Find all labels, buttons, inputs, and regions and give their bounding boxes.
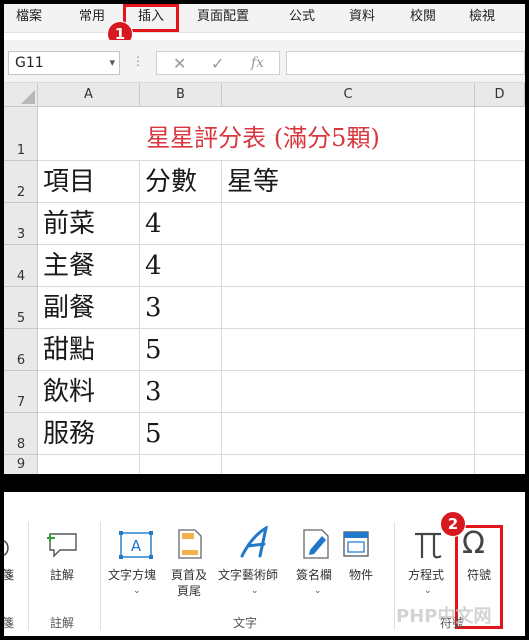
chevron-down-icon: ⌄: [251, 586, 259, 596]
score-cell[interactable]: 4: [145, 251, 162, 281]
gridline: [221, 161, 222, 474]
score-cell[interactable]: 3: [145, 293, 162, 323]
gridline: [38, 370, 525, 371]
formula-buttons: ✕ ✓ fx: [156, 51, 280, 75]
partial-icon: [4, 540, 9, 556]
header-cell-score[interactable]: 分數: [145, 167, 197, 197]
partial-left-label: 箋: [4, 568, 15, 582]
comment-label: 註解: [50, 568, 75, 582]
column-header-c[interactable]: C: [222, 83, 475, 107]
ribbon-separator: [394, 522, 395, 630]
tab-file[interactable]: 檔案: [16, 8, 42, 26]
row-header-8[interactable]: 8: [4, 413, 38, 455]
score-cell[interactable]: 5: [145, 335, 162, 365]
pi-icon: [415, 532, 442, 559]
ribbon-separator: [100, 522, 101, 630]
header-footer-icon: [178, 529, 202, 559]
comments-group-label: 註解: [50, 616, 75, 630]
item-cell[interactable]: 副餐: [43, 293, 95, 323]
watermark: PHP中文网: [396, 606, 492, 627]
gridline: [38, 202, 525, 203]
gridline: [139, 161, 140, 474]
gridline: [474, 107, 475, 474]
chevron-down-icon: ⌄: [424, 586, 432, 596]
object-label: 物件: [349, 568, 374, 582]
signature-line-label: 簽名欄: [296, 568, 333, 582]
item-cell[interactable]: 甜點: [43, 335, 95, 365]
item-cell[interactable]: 飲料: [43, 377, 95, 407]
cancel-x-icon[interactable]: ✕: [173, 54, 186, 73]
equation-label: 方程式: [408, 568, 445, 582]
gridline: [38, 160, 525, 161]
wordart-icon: [240, 526, 268, 558]
row-header-6[interactable]: 6: [4, 329, 38, 371]
row-header-3[interactable]: 3: [4, 203, 38, 245]
score-cell[interactable]: 3: [145, 377, 162, 407]
insert-ribbon: 箋 箋 註解 註解 A 文字方塊 ⌄ 頁首及 頁尾 文字藝術師 ⌄ 簽名欄 ⌄ …: [4, 492, 525, 636]
item-cell[interactable]: 服務: [43, 419, 95, 449]
gridline: [38, 412, 525, 413]
textbox-label: 文字方塊: [108, 568, 157, 582]
row-header-7[interactable]: 7: [4, 371, 38, 413]
ribbon-separator: [28, 522, 29, 630]
spreadsheet-grid: A B C D 1 2 3 4 5 6 7 8 9 星星評分表 (滿分5顆) 項…: [4, 83, 525, 474]
select-all-corner[interactable]: [4, 83, 38, 107]
chevron-down-icon: ⌄: [133, 586, 141, 596]
row-header-9[interactable]: 9: [4, 455, 38, 474]
column-header-b[interactable]: B: [140, 83, 222, 107]
tab-formulas[interactable]: 公式: [289, 8, 315, 26]
check-icon[interactable]: ✓: [211, 54, 224, 73]
name-box-value: G11: [15, 55, 44, 71]
formula-bar: G11 ▾ ⋮ ✕ ✓ fx: [4, 40, 525, 83]
item-cell[interactable]: 前菜: [43, 209, 95, 239]
tab-view[interactable]: 檢視: [469, 8, 495, 26]
menu-bar: 檔案 常用 插入 頁面配置 公式 資料 校閱 檢視: [4, 4, 525, 33]
item-cell[interactable]: 主餐: [43, 251, 95, 281]
tab-data[interactable]: 資料: [349, 8, 375, 26]
tab-review[interactable]: 校閱: [410, 8, 436, 26]
row-header-5[interactable]: 5: [4, 287, 38, 329]
column-header-a[interactable]: A: [38, 83, 140, 107]
column-header-d[interactable]: D: [475, 83, 525, 107]
text-group-label: 文字: [233, 616, 258, 630]
score-cell[interactable]: 4: [145, 209, 162, 239]
header-footer-label-line1: 頁首及: [171, 568, 208, 582]
name-box[interactable]: G11 ▾: [8, 51, 120, 75]
header-cell-rating[interactable]: 星等: [227, 167, 279, 197]
step-badge-2: 2: [440, 511, 466, 537]
row-header-1[interactable]: 1: [4, 107, 38, 161]
formula-input[interactable]: [286, 51, 525, 75]
row-header-4[interactable]: 4: [4, 245, 38, 287]
score-cell[interactable]: 5: [145, 419, 162, 449]
gridline: [38, 244, 525, 245]
gridline: [38, 454, 525, 455]
tab-home[interactable]: 常用: [79, 8, 105, 26]
comment-icon: [47, 533, 77, 558]
gridline: [38, 286, 525, 287]
header-footer-label-line2: 頁尾: [177, 584, 202, 598]
chevron-down-icon: ⌄: [314, 586, 322, 596]
fx-icon[interactable]: fx: [251, 55, 264, 71]
tab-page-layout[interactable]: 頁面配置: [197, 8, 249, 26]
excel-window: 檔案 常用 插入 頁面配置 公式 資料 校閱 檢視 1 G11 ▾ ⋮ ✕ ✓ …: [4, 4, 525, 474]
textbox-icon: A: [119, 531, 153, 559]
object-icon: [343, 531, 369, 557]
svg-text:A: A: [131, 537, 142, 555]
sheet-title-cell[interactable]: 星星評分表 (滿分5顆): [38, 123, 488, 153]
row-header-2[interactable]: 2: [4, 161, 38, 203]
signature-line-icon: [303, 529, 329, 559]
drag-handle-icon[interactable]: ⋮: [132, 54, 144, 68]
chevron-down-icon[interactable]: ▾: [109, 56, 115, 69]
wordart-label: 文字藝術師: [218, 568, 279, 582]
partial-left-group: 箋: [4, 616, 15, 630]
header-cell-item[interactable]: 項目: [43, 167, 95, 197]
gridline: [38, 328, 525, 329]
